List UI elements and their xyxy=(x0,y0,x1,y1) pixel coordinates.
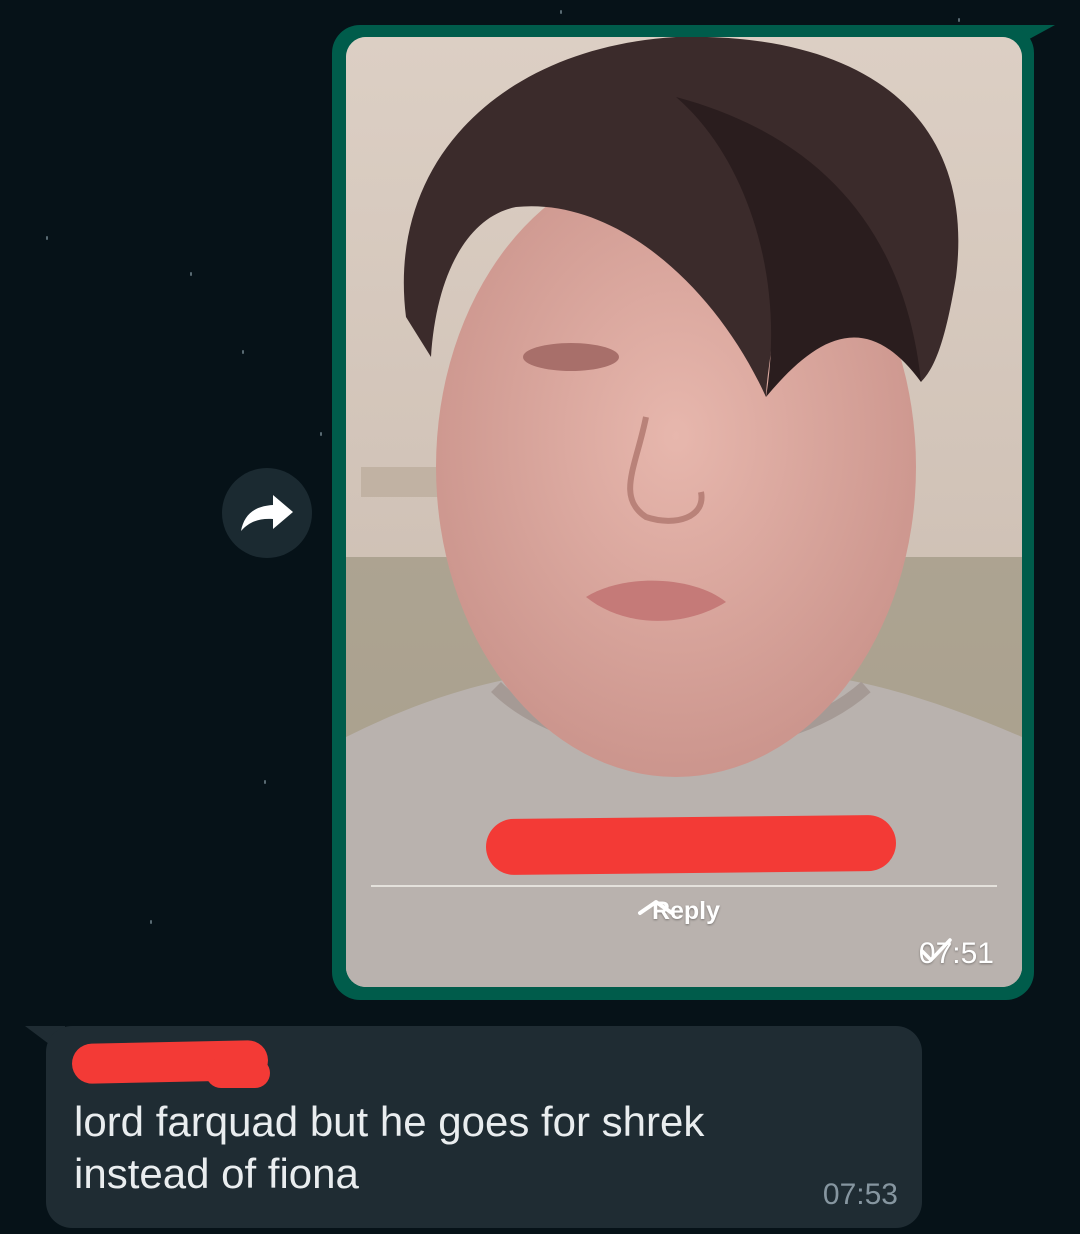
sent-image-bubble[interactable]: Reply 07:51 xyxy=(332,25,1034,1000)
forward-button[interactable] xyxy=(222,468,312,558)
reply-button[interactable]: Reply xyxy=(636,897,736,926)
redaction-mark xyxy=(485,814,897,876)
received-timestamp: 07:53 xyxy=(822,1178,898,1211)
reply-divider xyxy=(371,885,997,887)
single-check-icon xyxy=(920,938,952,962)
shared-photo[interactable]: Reply 07:51 xyxy=(346,37,1022,987)
sender-name-redaction-part xyxy=(206,1058,270,1088)
forward-arrow-icon xyxy=(241,495,293,531)
sent-timestamp: 07:51 xyxy=(919,937,994,971)
message-line-2: instead of fiona xyxy=(74,1150,359,1197)
message-text: lord farquad but he goes for shrek inste… xyxy=(74,1096,794,1200)
message-line-1: lord farquad but he goes for shrek xyxy=(74,1098,705,1145)
received-message-bubble[interactable]: lord farquad but he goes for shrek inste… xyxy=(46,1026,922,1228)
chevron-up-icon xyxy=(638,900,674,915)
